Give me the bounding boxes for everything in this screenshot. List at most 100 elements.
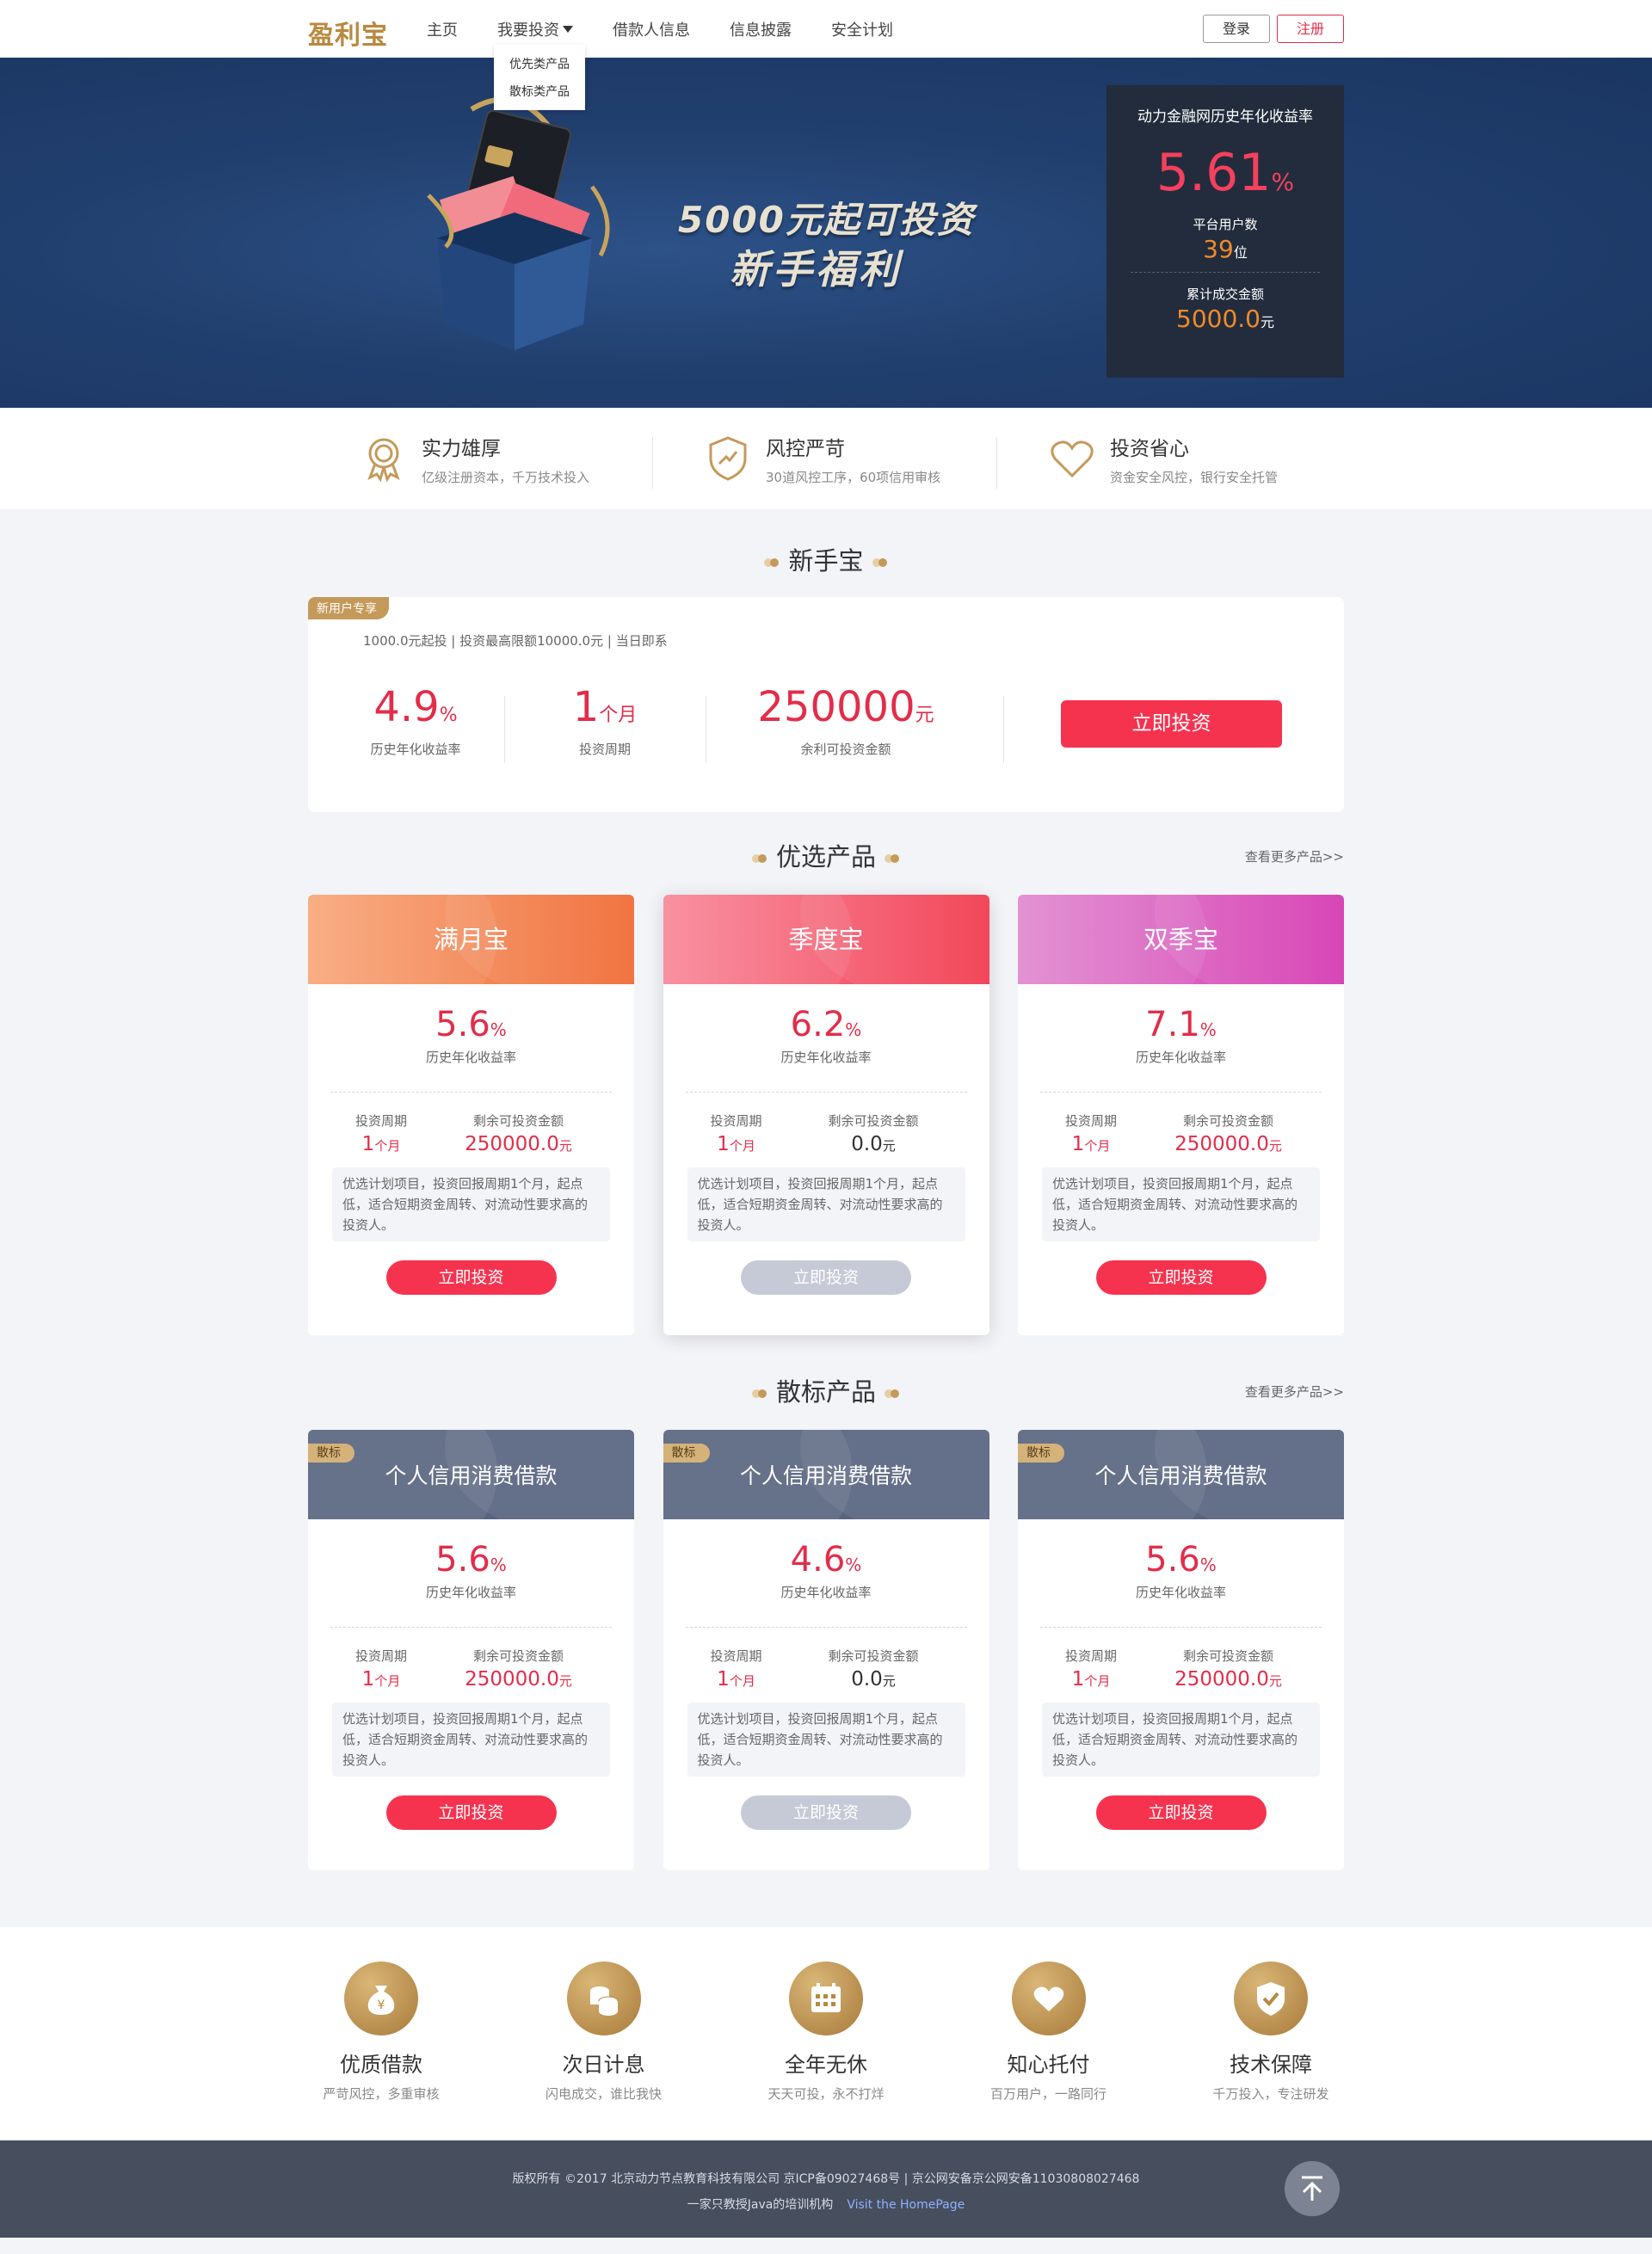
advantage-desc: 天天可投，永不打烊 xyxy=(767,2086,885,2102)
newbie-invest-button[interactable]: 立即投资 xyxy=(1061,700,1282,748)
invest-button[interactable]: 立即投资 xyxy=(385,1795,557,1830)
card-title: 满月宝 xyxy=(308,895,634,984)
rate-value: 5.6 xyxy=(435,1005,490,1044)
remain-label: 剩余可投资金额 xyxy=(828,1648,919,1664)
invest-dropdown: 优先类产品 散标类产品 xyxy=(494,45,585,110)
rate-unit: % xyxy=(439,705,458,726)
product-card[interactable]: 双季宝 7.1% 历史年化收益率 投资周期 1个月 剩余可投资金额 250000.0元… xyxy=(1018,895,1344,1335)
remain-label: 剩余可投资金额 xyxy=(472,1648,564,1664)
rate-unit: % xyxy=(1199,1555,1217,1575)
remain-value: 0.0元 xyxy=(784,1133,964,1155)
rate-unit: % xyxy=(490,1555,507,1575)
homepage-link[interactable]: Visit the HomePage xyxy=(847,2198,965,2212)
loan-card[interactable]: 散标 个人信用消费借款 5.6% 历史年化收益率 投资周期 1个月 剩余可投资金额 25… xyxy=(308,1430,634,1870)
nav-invest[interactable]: 我要投资 xyxy=(497,18,573,40)
period-label: 投资周期 xyxy=(354,1113,407,1129)
invest-button[interactable]: 立即投资 xyxy=(1095,1260,1267,1295)
invest-button-disabled[interactable]: 立即投资 xyxy=(741,1795,911,1830)
feature-strength: 实力雄厚 亿级注册资本，千万技术投入 xyxy=(308,432,652,486)
loan-card[interactable]: 散标 个人信用消费借款 5.6% 历史年化收益率 投资周期 1个月 剩余可投资金额 25… xyxy=(1018,1430,1344,1870)
loan-tag: 散标 xyxy=(1018,1444,1064,1463)
advantage-item: 全年无休 天天可投，永不打烊 xyxy=(753,1961,899,2103)
remain-label: 剩余可投资金额 xyxy=(1182,1648,1273,1664)
register-button[interactable]: 注册 xyxy=(1277,15,1344,43)
preferred-section: 优选产品 查看更多产品>> 满月宝 5.6% 历史年化收益率 投资周期 1个月 剩余可… xyxy=(308,831,1344,1335)
period-value: 1个月 xyxy=(334,1668,428,1690)
period-unit: 个月 xyxy=(1084,1138,1111,1154)
product-card[interactable]: 满月宝 5.6% 历史年化收益率 投资周期 1个月 剩余可投资金额 250000.0元… xyxy=(308,895,634,1335)
advantage-title: 优质借款 xyxy=(340,2053,422,2077)
product-card[interactable]: 季度宝 6.2% 历史年化收益率 投资周期 1个月 剩余可投资金额 0.0元 优选计划… xyxy=(663,895,989,1335)
back-to-top-button[interactable] xyxy=(1285,2161,1340,2216)
historical-rate: 5.61% xyxy=(1106,143,1344,203)
nav-borrower-info[interactable]: 借款人信息 xyxy=(613,18,690,40)
loans-section-title: 散标产品 查看更多产品>> xyxy=(308,1366,1344,1418)
invest-button[interactable]: 立即投资 xyxy=(385,1260,557,1295)
dropdown-preferred[interactable]: 优先类产品 xyxy=(494,50,585,77)
feature-strip: 实力雄厚 亿级注册资本，千万技术投入 风控严苛 30道风控工序，60项信用审核 投资… xyxy=(0,408,1652,509)
top-header: 盈利宝 主页 我要投资 借款人信息 信息披露 安全计划 优先类产品 散标类产品 … xyxy=(0,0,1652,110)
divider xyxy=(685,1627,967,1628)
preferred-section-title: 优选产品 查看更多产品>> xyxy=(308,831,1344,883)
remain-unit: 元 xyxy=(882,1138,896,1154)
newbie-section-title: 新手宝 xyxy=(308,535,1344,587)
feature-title: 风控严苛 xyxy=(766,437,845,460)
newbie-period: 1个月 投资周期 xyxy=(549,683,661,758)
rate-unit: % xyxy=(845,1019,862,1040)
card-rate: 5.6% xyxy=(1018,1540,1344,1580)
rate-label: 历史年化收益率 xyxy=(425,1050,516,1065)
rate-label: 历史年化收益率 xyxy=(780,1585,872,1600)
invest-button[interactable]: 立即投资 xyxy=(1095,1795,1267,1830)
remain-unit: 元 xyxy=(1268,1673,1282,1689)
period-value: 1个月 xyxy=(689,1668,784,1690)
divider xyxy=(330,1092,612,1093)
new-user-badge: 新用户专享 xyxy=(308,597,389,619)
heart-hand-icon xyxy=(1011,1961,1086,2035)
hero-banner[interactable]: 5000元起可投资 新手福利 动力金融网历史年化收益率 5.61% 平台用户数 … xyxy=(0,58,1652,408)
remain-label: 剩余可投资金额 xyxy=(472,1113,564,1129)
login-button[interactable]: 登录 xyxy=(1203,15,1270,43)
shield-icon xyxy=(709,436,747,481)
card-title: 个人信用消费借款 xyxy=(385,1463,558,1488)
period-number: 1 xyxy=(1071,1133,1085,1155)
remain-number: 250000.0 xyxy=(465,1668,559,1690)
remain-unit: 元 xyxy=(558,1138,572,1154)
nav-disclosure[interactable]: 信息披露 xyxy=(730,18,792,40)
period-number: 1 xyxy=(1071,1668,1085,1690)
remain-number: 0.0 xyxy=(851,1668,883,1690)
site-logo[interactable]: 盈利宝 xyxy=(308,14,388,52)
newbie-section: 新手宝 新用户专享 1000.0元起投 | 投资最高限额10000.0元 | 当… xyxy=(308,535,1344,812)
remain-number: 250000.0 xyxy=(465,1133,559,1155)
title-dots-icon xyxy=(885,854,900,863)
remain-value: 250000.0元 xyxy=(1138,1668,1318,1690)
nav-security-plan[interactable]: 安全计划 xyxy=(831,18,893,40)
invest-button-disabled[interactable]: 立即投资 xyxy=(741,1260,911,1295)
period-value: 1个月 xyxy=(689,1133,784,1155)
feature-peace-of-mind: 投资省心 资金安全风控，银行安全托管 xyxy=(996,432,1341,489)
footer-tagline: 一家只教授Java的培训机构 xyxy=(687,2198,834,2212)
dropdown-loans[interactable]: 散标类产品 xyxy=(494,77,585,105)
remain-unit: 元 xyxy=(915,705,934,726)
rate-label: 历史年化收益率 xyxy=(425,1585,516,1600)
nav-invest-label: 我要投资 xyxy=(497,21,559,40)
period-number: 1 xyxy=(361,1133,375,1155)
newbie-info: 1000.0元起投 | 投资最高限额10000.0元 | 当日即系 xyxy=(363,633,668,649)
medal-icon xyxy=(367,438,400,483)
period-label: 投资周期 xyxy=(710,1113,762,1129)
card-description: 优选计划项目，投资回报周期1个月，起点低，适合短期资金周转、对流动性要求高的投资… xyxy=(332,1167,610,1241)
gift-box-card-illustration xyxy=(427,96,610,350)
section-title-text: 散标产品 xyxy=(775,1377,876,1407)
users-value: 39 xyxy=(1203,235,1234,263)
divider xyxy=(1040,1627,1322,1628)
rate-value: 4.6 xyxy=(790,1540,846,1580)
nav-home[interactable]: 主页 xyxy=(427,18,458,40)
period-value: 1个月 xyxy=(334,1133,428,1155)
money-bag-icon: ¥ xyxy=(344,1961,418,2035)
card-header: 散标 个人信用消费借款 xyxy=(308,1430,634,1519)
remain-value: 250000.0元 xyxy=(428,1133,608,1155)
feature-desc: 资金安全风控，银行安全托管 xyxy=(1110,469,1279,485)
more-products-link[interactable]: 查看更多产品>> xyxy=(1245,831,1344,883)
more-products-link[interactable]: 查看更多产品>> xyxy=(1245,1366,1344,1418)
title-dots-icon xyxy=(885,1389,900,1398)
loan-card[interactable]: 散标 个人信用消费借款 4.6% 历史年化收益率 投资周期 1个月 剩余可投资金额 0.… xyxy=(663,1430,989,1870)
